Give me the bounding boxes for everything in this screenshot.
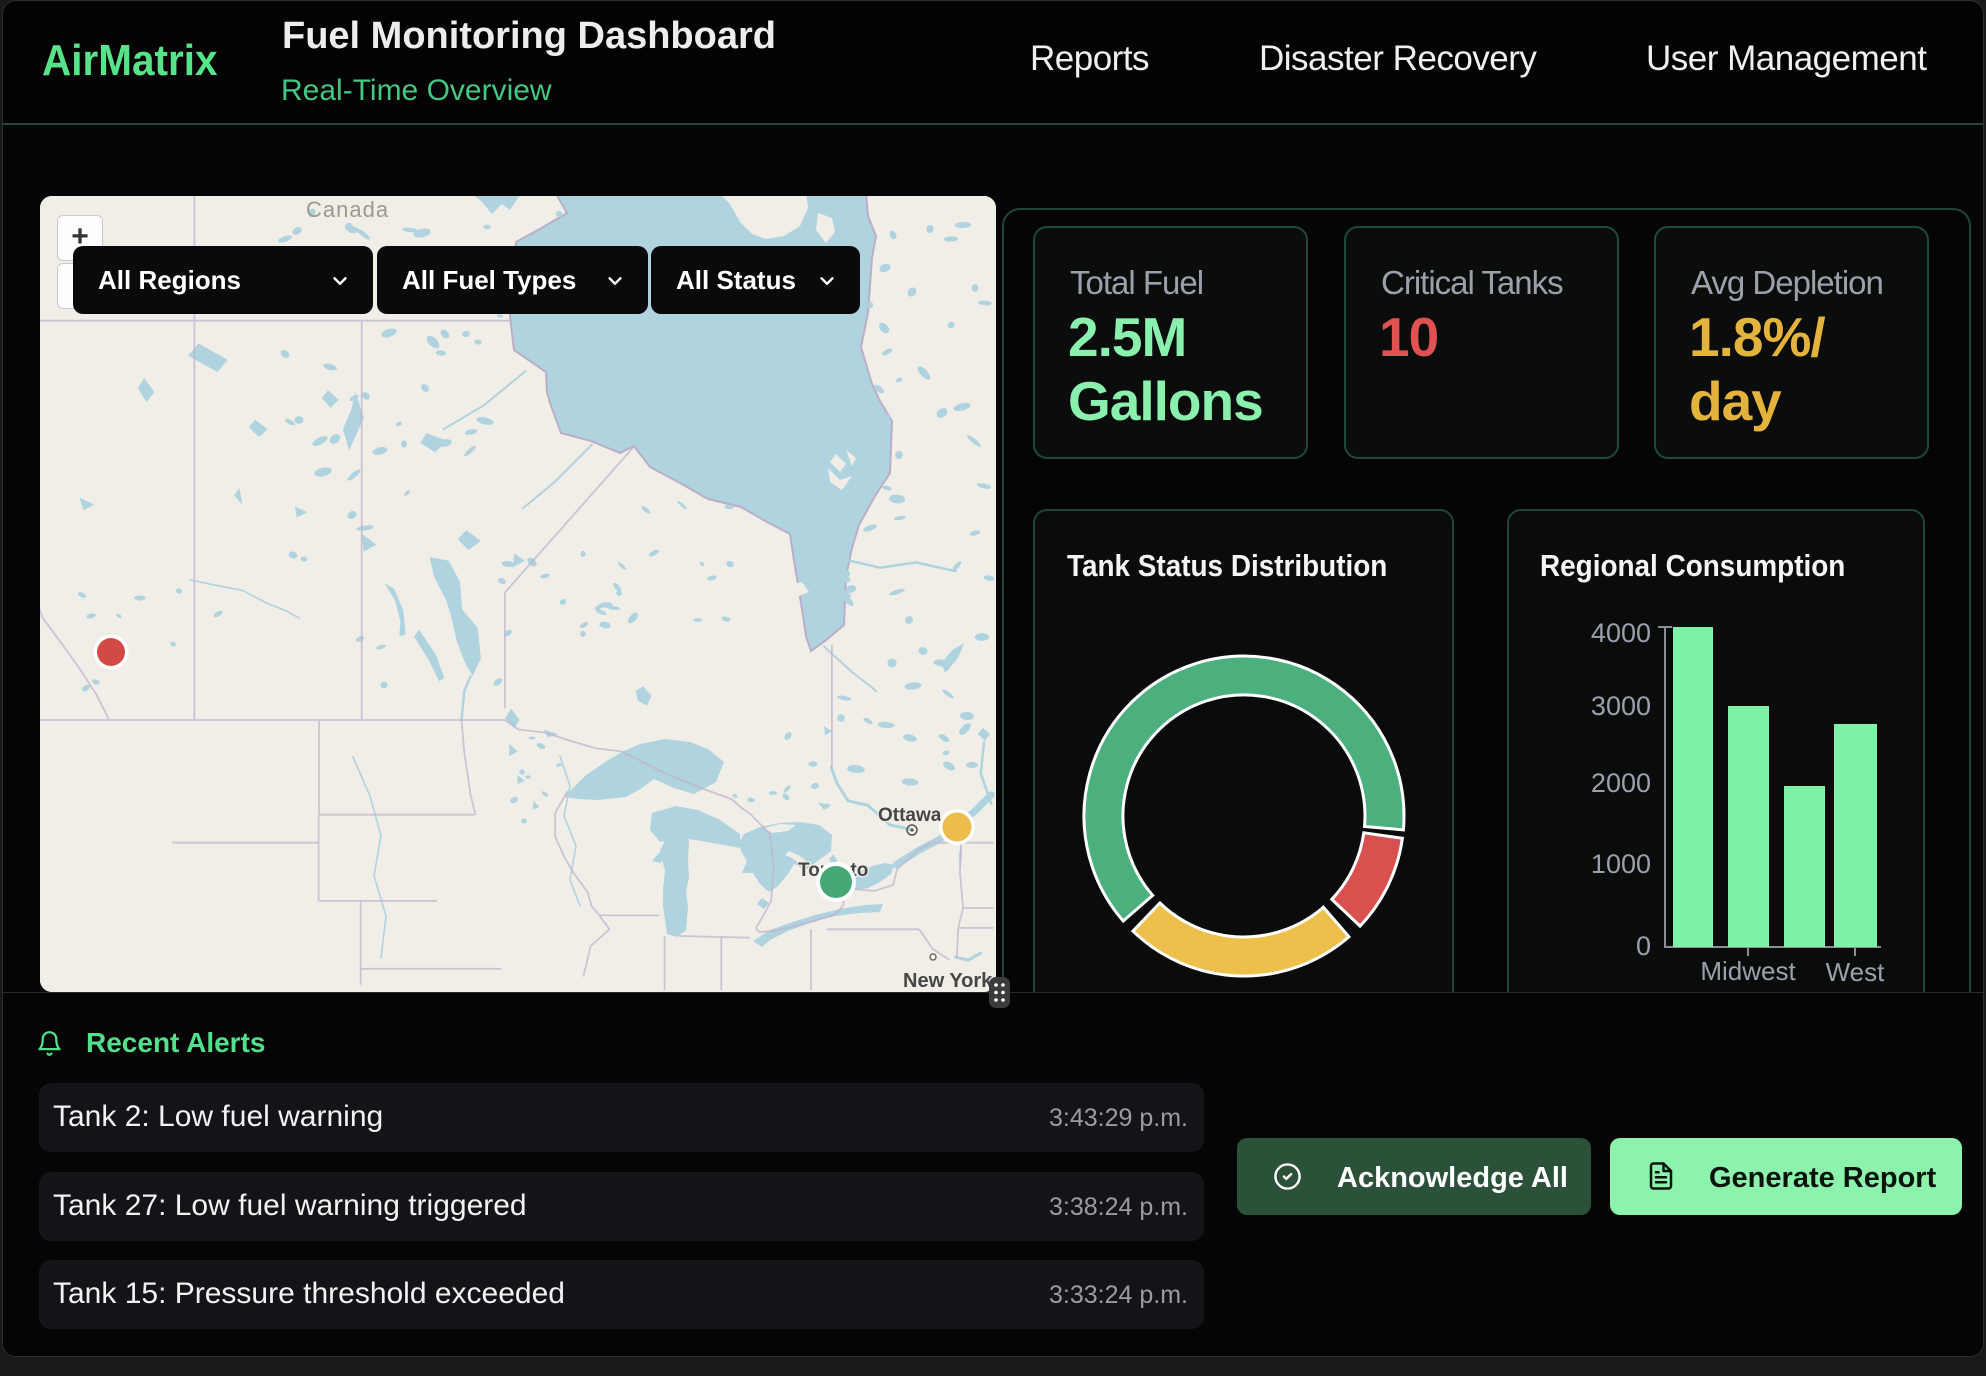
svg-text:1000: 1000 bbox=[1591, 849, 1651, 879]
svg-text:3000: 3000 bbox=[1591, 691, 1651, 721]
svg-text:Midwest: Midwest bbox=[1700, 956, 1796, 986]
svg-text:Canada: Canada bbox=[306, 197, 389, 222]
svg-text:Ottawa: Ottawa bbox=[878, 805, 942, 826]
svg-text:4000: 4000 bbox=[1591, 618, 1651, 648]
svg-text:0: 0 bbox=[1636, 931, 1651, 961]
svg-text:New York: New York bbox=[903, 970, 993, 992]
svg-text:West: West bbox=[1826, 957, 1886, 987]
svg-text:2000: 2000 bbox=[1591, 768, 1651, 798]
